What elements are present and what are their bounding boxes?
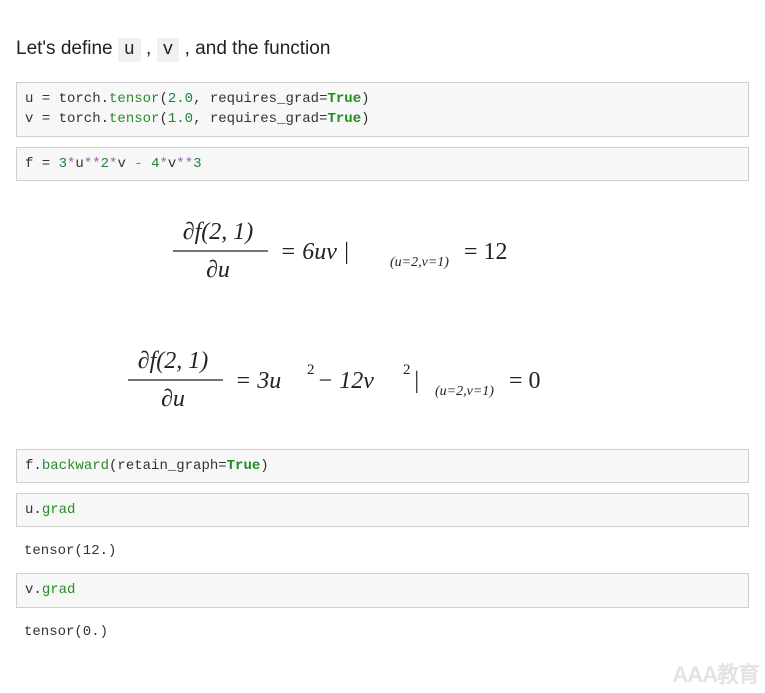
math-eq-df-dv: ∂f(2, 1) ∂u = 3u 2 − 12v 2 | (u=2,v=1) =… (16, 320, 749, 449)
code-cell-backward: f.backward(retain_graph=True) (16, 449, 749, 483)
intro-text: Let's define u , v , and the function (16, 35, 749, 64)
watermark: AAA教育 (672, 657, 759, 689)
eq2-denominator: ∂u (161, 386, 185, 412)
eq2-rhs-b: − 12v (317, 368, 374, 394)
code-cell-v-grad: v.grad (16, 573, 749, 607)
intro-prefix: Let's define (16, 38, 118, 59)
output-v-grad: tensor(0.) (16, 618, 749, 654)
inline-code-u: u (118, 38, 141, 62)
code-cell-define-uv: u = torch.tensor(2.0, requires_grad=True… (16, 82, 749, 137)
eq1-rhs-a: = 6uv | (280, 239, 349, 265)
eq1-sub: (u=2,v=1) (390, 255, 449, 270)
eq2-rhs-c: | (413, 368, 420, 394)
intro-suffix: , and the function (185, 38, 331, 59)
inline-code-v: v (157, 38, 180, 62)
math-eq-df-du: ∂f(2, 1) ∂u = 6uv | (u=2,v=1) = 12 (16, 191, 749, 320)
eq2-sub: (u=2,v=1) (435, 384, 494, 399)
eq1-rhs-b: = 12 (464, 239, 508, 265)
eq2-sup1: 2 (307, 362, 315, 378)
intro-sep1: , (146, 38, 157, 59)
eq1-numerator: ∂f(2, 1) (182, 219, 253, 245)
code-cell-define-f: f = 3*u**2*v - 4*v**3 (16, 147, 749, 181)
eq1-denominator: ∂u (206, 257, 230, 283)
eq2-rhs-d: = 0 (509, 368, 541, 394)
eq2-sup2: 2 (403, 362, 411, 378)
eq2-rhs-a: = 3u (235, 368, 281, 394)
output-u-grad: tensor(12.) (16, 537, 749, 573)
eq2-numerator: ∂f(2, 1) (137, 348, 208, 374)
code-cell-u-grad: u.grad (16, 493, 749, 527)
